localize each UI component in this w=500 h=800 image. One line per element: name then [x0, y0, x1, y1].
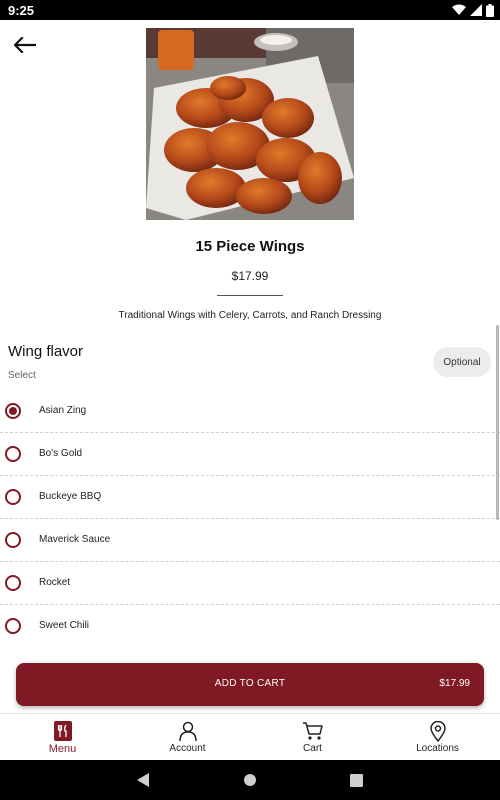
- nav-item-account[interactable]: Account: [125, 714, 250, 760]
- nav-item-locations[interactable]: Locations: [375, 714, 500, 760]
- nav-label-account: Account: [169, 743, 206, 754]
- back-button[interactable]: [10, 32, 40, 58]
- flavor-option[interactable]: Buckeye BBQ: [0, 476, 500, 519]
- flavor-options-list: Asian Zing Bo's Gold Buckeye BBQ Maveric…: [0, 390, 500, 648]
- nav-item-cart[interactable]: Cart: [250, 714, 375, 760]
- flavor-option[interactable]: Sweet Chili: [0, 605, 500, 648]
- cart-icon: [302, 720, 324, 742]
- status-icons: [452, 3, 494, 17]
- bottom-nav: Menu Account Cart Locations: [0, 713, 500, 760]
- scrollbar[interactable]: [496, 325, 499, 520]
- option-label: Sweet Chili: [39, 620, 90, 631]
- recents-square-icon[interactable]: [348, 772, 364, 788]
- radio-unselected-icon[interactable]: [5, 446, 21, 462]
- item-title: 15 Piece Wings: [195, 238, 305, 255]
- system-nav-bar: [0, 760, 500, 800]
- radio-unselected-icon[interactable]: [5, 489, 21, 505]
- flavor-option[interactable]: Bo's Gold: [0, 433, 500, 476]
- flavor-option[interactable]: Maverick Sauce: [0, 519, 500, 562]
- optional-badge: Optional: [433, 347, 491, 377]
- account-icon: [177, 720, 199, 742]
- menu-utensils-icon: [52, 720, 74, 742]
- option-label: Rocket: [39, 577, 71, 588]
- section-title: Wing flavor: [8, 343, 84, 360]
- item-price: $17.99: [231, 269, 269, 283]
- flavor-option[interactable]: Asian Zing: [0, 390, 500, 433]
- add-to-cart-button[interactable]: ADD TO CART $17.99: [16, 663, 484, 706]
- add-to-cart-label: ADD TO CART: [214, 678, 286, 689]
- nav-label-locations: Locations: [416, 743, 459, 754]
- item-description: Traditional Wings with Celery, Carrots, …: [118, 310, 382, 321]
- food-image: [146, 28, 354, 220]
- wifi-icon: [452, 4, 466, 15]
- radio-unselected-icon[interactable]: [5, 532, 21, 548]
- option-label: Bo's Gold: [39, 448, 83, 459]
- radio-unselected-icon[interactable]: [5, 575, 21, 591]
- divider: [217, 295, 283, 296]
- nav-item-menu[interactable]: Menu: [0, 714, 125, 760]
- radio-unselected-icon[interactable]: [5, 618, 21, 634]
- option-label: Maverick Sauce: [39, 534, 111, 545]
- location-pin-icon: [427, 720, 449, 742]
- flavor-option[interactable]: Rocket: [0, 562, 500, 605]
- battery-icon: [486, 3, 494, 17]
- option-label: Asian Zing: [39, 405, 87, 416]
- nav-label-cart: Cart: [303, 743, 322, 754]
- signal-icon: [470, 4, 482, 16]
- back-triangle-icon[interactable]: [135, 772, 151, 788]
- status-time: 9:25: [8, 3, 35, 18]
- section-subtitle: Select: [8, 370, 36, 381]
- home-circle-icon[interactable]: [242, 772, 258, 788]
- option-label: Buckeye BBQ: [39, 491, 102, 502]
- radio-selected-icon[interactable]: [5, 403, 21, 419]
- arrow-left-icon: [14, 37, 36, 53]
- add-to-cart-price: $17.99: [439, 678, 470, 689]
- nav-label-menu: Menu: [48, 743, 77, 755]
- status-bar: 9:25: [0, 0, 500, 20]
